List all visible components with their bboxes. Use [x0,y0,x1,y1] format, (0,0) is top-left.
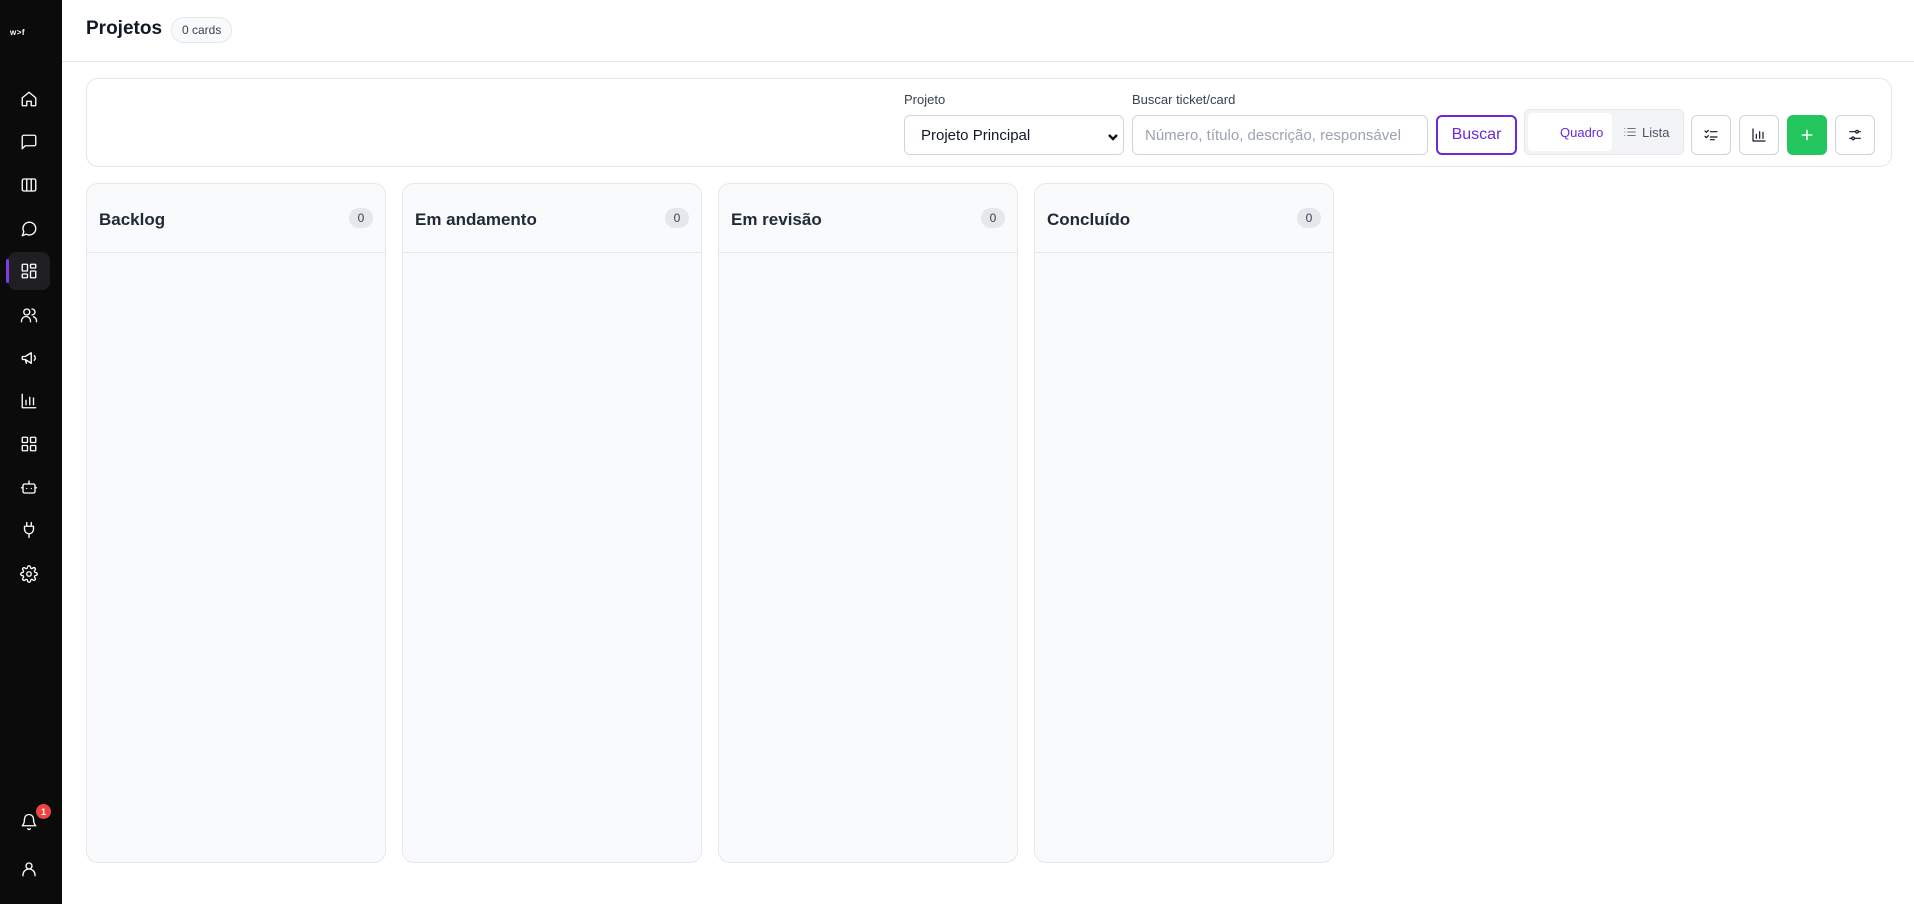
megaphone-icon [21,352,36,364]
column-title: Em andamento [415,210,537,229]
sidebar-item-integrations[interactable] [8,511,50,549]
sidebar-item-apps[interactable] [8,425,50,463]
kanban-column-backlog: Backlog 0 [86,183,386,863]
sidebar-item-projects[interactable] [6,252,50,290]
project-label: Projeto [904,92,946,107]
bar-chart-icon [21,393,37,409]
column-count-badge: 0 [1297,208,1321,228]
sidebar-item-campaigns[interactable] [8,339,50,377]
sidebar: w>f 1 [0,0,62,904]
sliders-icon [1849,129,1861,141]
sidebar-item-home[interactable] [8,80,50,118]
plus-icon [1801,129,1813,141]
search-label: Buscar ticket/card [1132,92,1236,107]
filter-settings-button[interactable] [1835,115,1875,155]
column-header: Concluído 0 [1035,184,1333,253]
sidebar-item-chat[interactable] [8,210,50,248]
user-profile-button[interactable] [8,850,50,888]
column-count-badge: 0 [665,208,689,228]
cards-count-badge: 0 cards [171,17,233,43]
page-header: Projetos 0 cards [62,0,1914,62]
project-select[interactable]: Projeto Principal [904,115,1124,155]
column-title: Backlog [99,210,166,229]
bell-icon [21,813,37,831]
column-count-badge: 0 [349,208,373,228]
message-circle-icon [21,221,37,237]
users-icon [20,308,38,323]
list-icon [1624,127,1636,137]
view-list-label: Lista [1642,124,1670,140]
stats-button[interactable] [1739,115,1779,155]
bar-chart-icon [1752,128,1766,142]
notification-badge: 1 [36,804,51,819]
view-toggle: Quadro Lista [1524,109,1684,155]
filter-toolbar: Projeto Projeto Principal Buscar ticket/… [86,78,1892,167]
sidebar-item-reports[interactable] [8,382,50,420]
column-title: Concluído [1047,210,1131,229]
column-count-badge: 0 [981,208,1005,228]
kanban-column-review: Em revisão 0 [718,183,1018,863]
bot-icon [20,480,38,494]
sidebar-item-contacts[interactable] [8,296,50,334]
view-board-option[interactable]: Quadro [1528,113,1612,151]
layout-dashboard-icon [21,263,37,279]
plug-icon [23,521,35,539]
chevron-down-icon [1107,130,1119,142]
list-checks-icon [1704,129,1718,141]
app-logo[interactable]: w>f [10,28,50,42]
column-title: Em revisão [731,210,822,229]
message-square-icon [21,134,37,150]
gear-icon [20,565,38,583]
notifications-button[interactable]: 1 [8,803,51,841]
sidebar-item-kanban[interactable] [8,166,50,204]
sidebar-item-bots[interactable] [8,468,50,506]
sidebar-item-settings[interactable] [8,555,50,593]
grid-icon [21,436,37,452]
sidebar-item-conversations[interactable] [8,123,50,161]
column-header: Backlog 0 [87,184,385,253]
add-card-button[interactable] [1787,115,1827,155]
user-icon [22,862,36,877]
view-list-option[interactable]: Lista [1615,113,1681,151]
kanban-column-done: Concluído 0 [1034,183,1334,863]
page-title: Projetos [86,18,163,39]
project-select-value: Projeto Principal [921,126,1031,144]
kanban-column-in-progress: Em andamento 0 [402,183,702,863]
home-icon [21,91,37,107]
search-button[interactable]: Buscar [1436,115,1517,155]
column-header: Em revisão 0 [719,184,1017,253]
columns-icon [21,178,37,192]
checklist-button[interactable] [1691,115,1731,155]
view-board-label: Quadro [1560,124,1604,140]
column-header: Em andamento 0 [403,184,701,253]
search-input[interactable] [1132,115,1428,155]
